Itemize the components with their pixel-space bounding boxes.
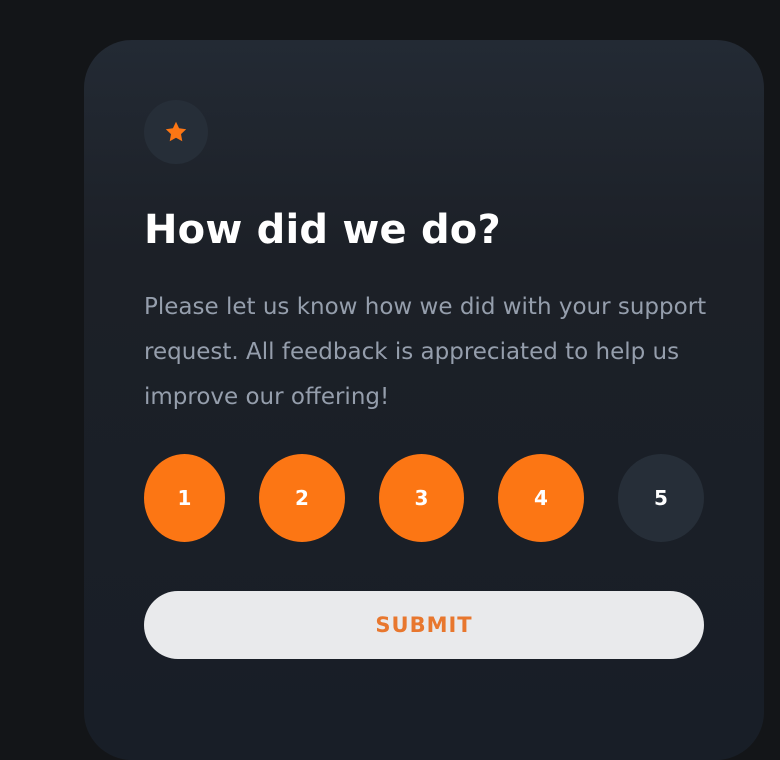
star-badge [144, 100, 208, 164]
rating-option-2[interactable]: 2 [259, 454, 345, 542]
rating-card: How did we do? Please let us know how we… [84, 40, 764, 760]
rating-option-3[interactable]: 3 [379, 454, 464, 542]
rating-option-5[interactable]: 5 [618, 454, 704, 542]
rating-option-4[interactable]: 4 [498, 454, 584, 542]
rating-options: 1 2 3 4 5 [144, 454, 704, 542]
card-description: Please let us know how we did with your … [144, 294, 707, 410]
card-title: How did we do? [144, 207, 501, 253]
submit-button[interactable]: SUBMIT [144, 591, 704, 659]
rating-option-1[interactable]: 1 [144, 454, 225, 542]
star-icon [165, 121, 187, 142]
